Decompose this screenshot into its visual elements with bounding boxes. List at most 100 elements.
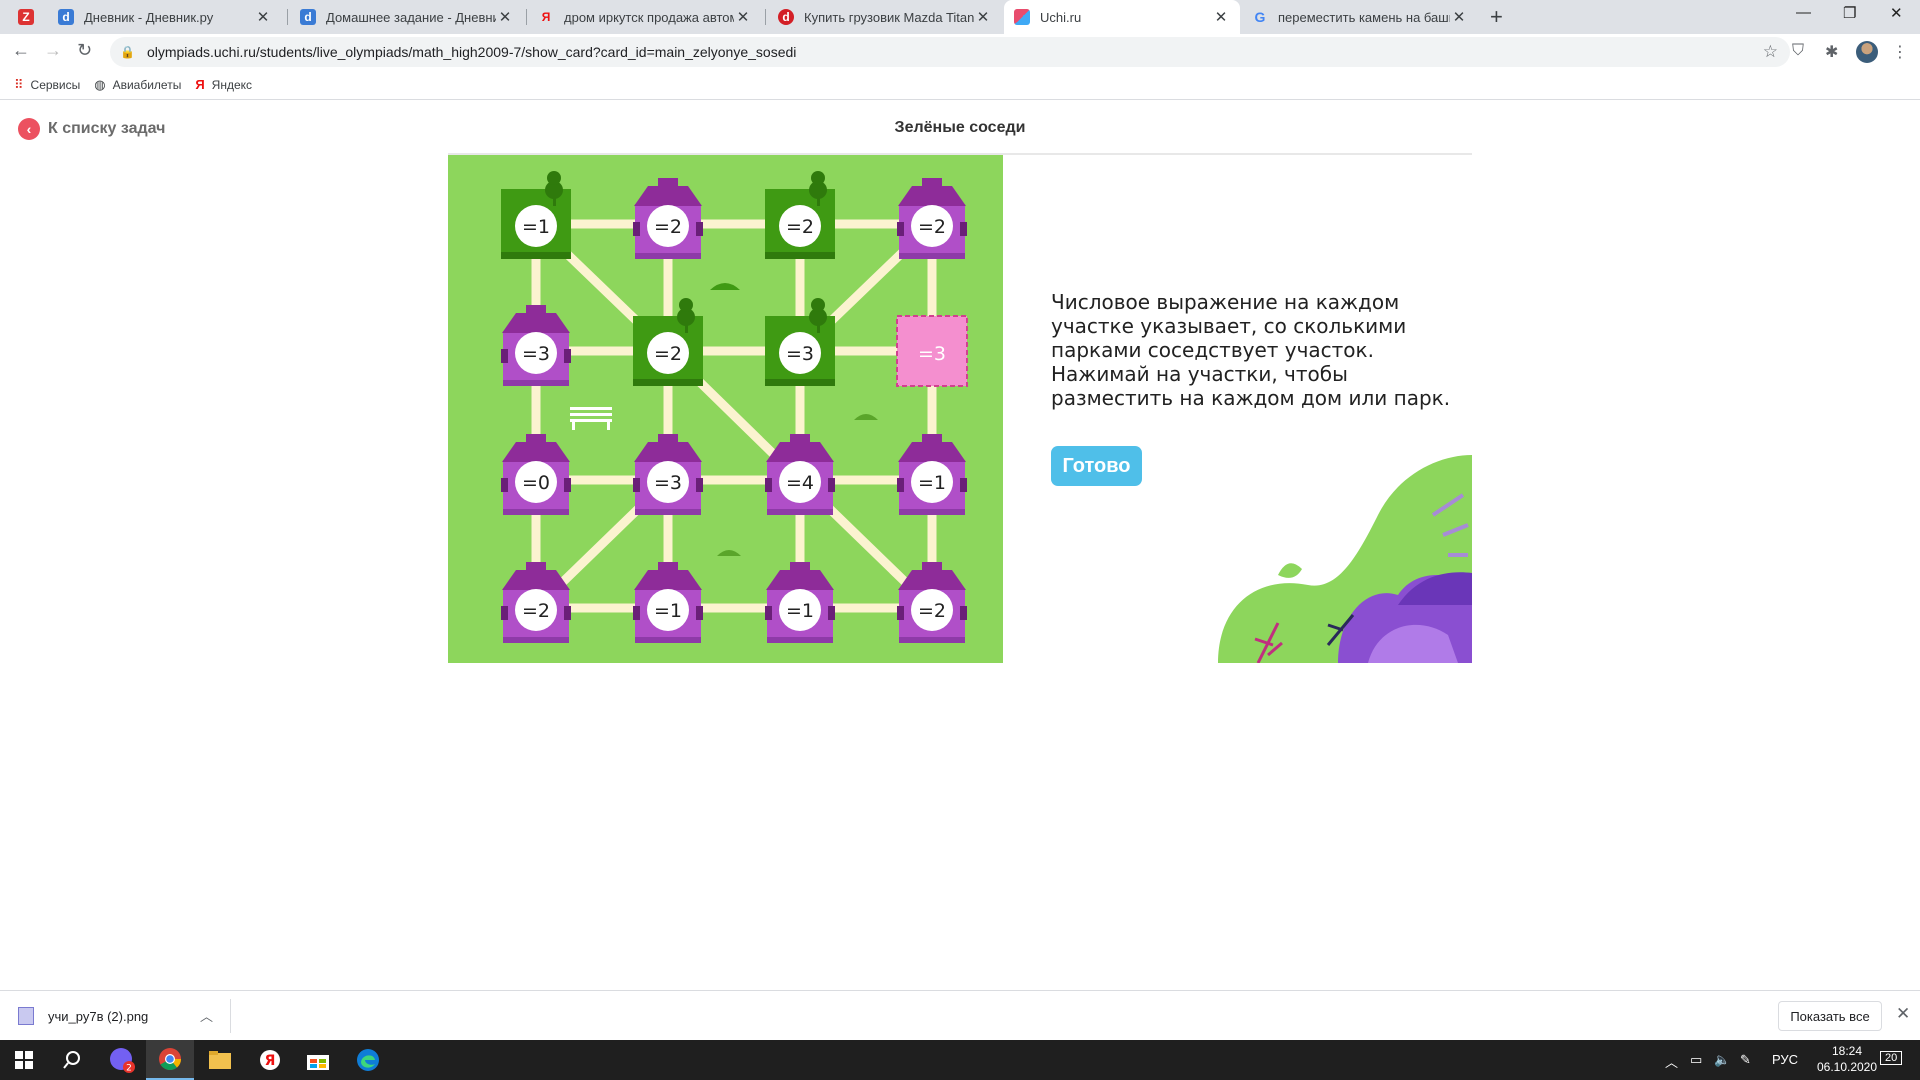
puzzle-map: =1 =2 =2 =2 =3 =2 =3 =3 =0 =3 =4 =1 =2 =1 =1 =2 [448,155,1003,663]
plot-clue-label: =2 [786,216,814,238]
download-item[interactable]: учи_ру7в (2).png [18,991,148,1041]
google-icon: G [1254,9,1266,25]
bookmark-avia[interactable]: ◍ Авиабилеты [94,77,181,93]
dnevnik-icon: d [58,9,74,25]
close-window-icon[interactable]: ✕ [1890,4,1903,22]
tab-separator [765,9,766,25]
show-all-button[interactable]: Показать все [1778,1001,1882,1031]
puzzle-board: =1 =2 =2 =2 =3 =2 =3 =3 =0 =3 =4 =1 =2 =1 =1 =2 [448,155,1003,663]
profile-avatar[interactable] [1856,41,1878,63]
tab-dnevnik[interactable]: d Дневник - Дневник.ру ✕ [48,0,282,34]
edge-icon[interactable] [344,1040,392,1080]
new-tab-button[interactable]: + [1490,4,1503,30]
close-tab-icon[interactable]: ✕ [496,8,514,26]
plot-clue-label: =2 [918,600,946,622]
volume-icon[interactable]: 🔈 [1714,1052,1730,1068]
shield-extension-icon[interactable]: ⛉ [1792,42,1804,60]
reload-icon[interactable]: ↻ [77,40,92,61]
tab-separator [526,9,527,25]
close-downloads-icon[interactable]: ✕ [1896,1004,1910,1024]
bookmark-yandex[interactable]: Я Яндекс [195,77,252,92]
close-tab-icon[interactable]: ✕ [1450,8,1468,26]
close-tab-icon[interactable]: ✕ [1212,8,1230,26]
extensions-puzzle-icon[interactable]: ✱ [1825,42,1838,62]
plot-clue-label: =1 [786,600,814,622]
bookmark-label: Яндекс [211,77,253,92]
uchi-icon [1014,9,1030,25]
store-icon[interactable] [294,1040,342,1080]
tab-title: Купить грузовик Mazda Titan, ег [804,9,974,25]
plot-clue-label: =2 [918,216,946,238]
plot-clue-label: =3 [918,343,946,365]
pen-icon[interactable]: ✎ [1740,1052,1751,1068]
address-bar[interactable]: 🔒 olympiads.uchi.ru/students/live_olympi… [110,37,1790,67]
viber-badge: 2 [126,1064,132,1074]
tab-drom[interactable]: d Купить грузовик Mazda Titan, ег ✕ [768,0,1002,34]
browser-toolbar: ← → ↻ 🔒 olympiads.uchi.ru/students/live_… [0,34,1920,70]
plot-clue-label: =0 [522,472,550,494]
forward-arrow-icon[interactable]: → [44,40,62,61]
yandex-icon: Я [195,77,205,92]
zotero-icon: Z [18,9,34,25]
minimize-icon[interactable]: — [1796,4,1811,21]
language-indicator[interactable]: РУС [1772,1052,1798,1067]
system-clock[interactable]: 18:24 06.10.2020 [1816,1043,1878,1075]
apps-grid-icon: ⠿ [14,76,24,92]
plot-clue-label: =3 [522,343,550,365]
yandex-browser-icon[interactable]: Я [246,1040,294,1080]
plot-clue-label: =2 [522,600,550,622]
tab-uchi[interactable]: Uchi.ru ✕ [1004,0,1240,34]
task-instructions: Числовое выражение на каждом участке ука… [1051,290,1451,410]
back-arrow-icon[interactable]: ← [12,40,30,61]
bookmark-services[interactable]: ⠿ Сервисы [14,77,80,93]
page-title: Зелёные соседи [894,119,1026,136]
close-tab-icon[interactable]: ✕ [734,8,752,26]
close-tab-icon[interactable]: ✕ [254,8,272,26]
tab-title: Uchi.ru [1040,9,1082,25]
plot-r2-c4[interactable]: =3 [896,315,968,387]
restore-icon[interactable]: ❐ [1843,4,1856,22]
back-to-tasks-link[interactable]: ‹ К списку задач [18,118,165,140]
pinned-tab[interactable]: Z [8,0,40,34]
tab-yandex-search[interactable]: Я дром иркутск продажа автомоб ✕ [528,0,762,34]
windows-start-icon[interactable] [0,1040,48,1080]
menu-kebab-icon[interactable]: ⋮ [1892,42,1908,62]
download-file-name: учи_ру7в (2).png [48,1008,149,1024]
tab-separator [287,9,288,25]
tab-title: дром иркутск продажа автомоб [564,9,734,25]
url-text: olympiads.uchi.ru/students/live_olympiad… [146,44,797,60]
notifications-icon[interactable]: 20 [1880,1051,1903,1065]
clock-time: 18:24 [1831,1044,1863,1058]
clock-date: 06.10.2020 [1816,1060,1878,1074]
bookmark-star-icon[interactable]: ☆ [1763,42,1778,62]
search-icon[interactable] [48,1040,96,1080]
tab-title: Дневник - Дневник.ру [84,9,214,25]
chevron-left-icon: ‹ [18,118,40,140]
plot-clue-label: =1 [522,216,550,238]
downloads-bar: учи_ру7в (2).png ︿ Показать все ✕ [0,990,1920,1040]
tab-strip: Z d Дневник - Дневник.ру ✕ d Домашнее за… [0,0,1920,34]
plot-clue-label: =3 [786,343,814,365]
tab-homework[interactable]: d Домашнее задание - Дневник.р ✕ [290,0,524,34]
plot-clue-label: =4 [786,472,814,494]
downloads-divider [230,999,231,1033]
close-tab-icon[interactable]: ✕ [974,8,992,26]
tab-title: переместить камень на башню [1278,9,1450,25]
file-explorer-icon[interactable] [196,1040,244,1080]
dnevnik-icon: d [300,9,316,25]
tab-google[interactable]: G переместить камень на башню ✕ [1242,0,1478,34]
yandex-icon: Я [541,10,551,24]
plot-clue-label: =1 [654,600,682,622]
plot-clue-label: =2 [654,343,682,365]
chrome-icon[interactable] [146,1040,194,1080]
viber-icon[interactable]: 2 [98,1040,146,1080]
network-icon[interactable]: ▭ [1690,1052,1702,1068]
tray-chevron-icon[interactable]: ︿ [1665,1052,1678,1071]
done-button[interactable]: Готово [1051,446,1142,486]
bookmarks-bar: ⠿ Сервисы ◍ Авиабилеты Я Яндекс [0,70,1920,100]
plant-decoration [1218,455,1472,664]
windows-taskbar: 2 Я ︿ ▭ 🔈 ✎ РУС 18:24 06.10.2020 20 [0,1040,1920,1080]
plot-clue-label: =3 [654,472,682,494]
chevron-up-icon[interactable]: ︿ [200,1006,213,1025]
bookmark-label: Сервисы [30,77,81,92]
